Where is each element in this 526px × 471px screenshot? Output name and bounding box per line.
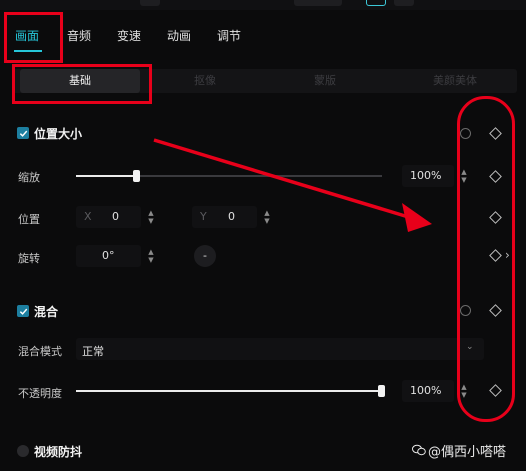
annotation-arrow (153, 138, 432, 232)
